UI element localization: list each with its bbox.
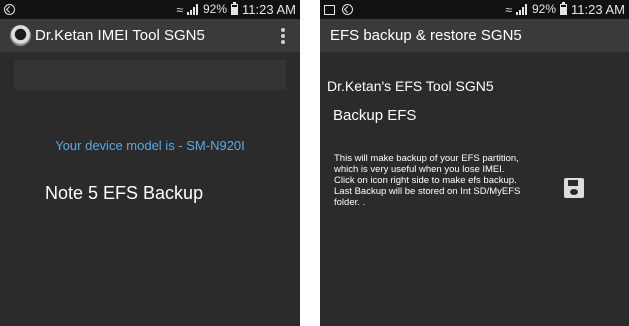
wifi-icon: ≈ [505, 2, 512, 17]
status-bar: ≈ 92% 11:23 AM [0, 0, 300, 19]
description-line: Click on icon right side to make efs bac… [334, 175, 517, 186]
screen-title: EFS backup & restore SGN5 [330, 27, 522, 44]
clock: 11:23 AM [242, 2, 296, 17]
note5-efs-backup-button[interactable]: Note 5 EFS Backup [45, 183, 203, 204]
imei-tool-screen: ≈ 92% 11:23 AM Dr.Ketan IMEI Tool SGN5 Y… [0, 0, 300, 326]
description-line: folder. . [334, 197, 366, 208]
clock: 11:23 AM [571, 2, 625, 17]
gallery-icon [324, 4, 335, 15]
battery-icon [560, 2, 568, 15]
description-line: which is very useful when you lose IMEI. [334, 164, 505, 175]
save-icon[interactable] [564, 178, 584, 198]
sync-icon [342, 4, 353, 15]
banner-placeholder [14, 60, 286, 90]
app-icon[interactable] [10, 25, 31, 46]
wifi-icon: ≈ [176, 2, 183, 17]
action-bar: EFS backup & restore SGN5 [320, 19, 629, 52]
efs-backup-screen: ≈ 92% 11:23 AM EFS backup & restore SGN5… [320, 0, 629, 326]
status-bar: ≈ 92% 11:23 AM [320, 0, 629, 19]
signal-icon [516, 4, 528, 15]
app-title: Dr.Ketan IMEI Tool SGN5 [35, 27, 205, 44]
battery-percentage: 92% [532, 2, 557, 16]
backup-description: This will make backup of your EFS partit… [334, 153, 539, 208]
signal-icon [187, 4, 199, 15]
sync-icon [4, 4, 15, 15]
description-line: This will make backup of your EFS partit… [334, 153, 519, 164]
backup-efs-heading: Backup EFS [333, 107, 417, 124]
tool-title: Dr.Ketan's EFS Tool SGN5 [327, 78, 494, 94]
battery-icon [231, 2, 239, 15]
battery-percentage: 92% [203, 2, 228, 16]
device-model-text: Your device model is - SM-N920I [55, 138, 245, 153]
description-line: Last Backup will be stored on Int SD/MyE… [334, 186, 521, 197]
overflow-menu-icon[interactable] [281, 28, 285, 44]
action-bar: Dr.Ketan IMEI Tool SGN5 [0, 19, 300, 52]
